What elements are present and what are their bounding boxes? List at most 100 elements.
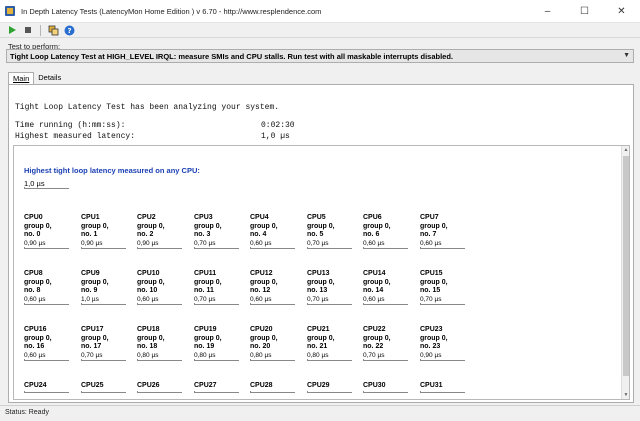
play-icon[interactable] (6, 24, 18, 36)
cpu-tile: CPU0 group 0, no. 0 0,90 µs (24, 214, 74, 249)
cpu-tile: CPU4 group 0, no. 4 0,60 µs (250, 214, 300, 249)
cpu-group: group 0, (363, 222, 391, 230)
cpu-number: no. 2 (137, 231, 154, 238)
windows-icon[interactable] (47, 24, 59, 36)
cpu-number: no. 5 (307, 231, 324, 238)
cpu-latency: 0,70 µs (363, 351, 385, 359)
summary-title: Tight Loop Latency Test has been analyzi… (15, 103, 280, 112)
cpu-group: group 0, (307, 278, 335, 286)
cpu-latency: 0,80 µs (307, 351, 329, 359)
cpu-tile: CPU20 group 0, no. 20 0,80 µs (250, 326, 300, 361)
cpu-latency-gauge (307, 390, 352, 393)
cpu-tile: CPU17 group 0, no. 17 0,70 µs (81, 326, 131, 361)
cpu-latency-gauge (363, 390, 408, 393)
cpu-latency: 0,70 µs (81, 351, 103, 359)
cpu-name: CPU25 (81, 382, 104, 389)
cpu-name: CPU19 (194, 326, 217, 333)
cpu-tile: CPU9 group 0, no. 9 1,0 µs (81, 270, 131, 305)
highest-any-cpu-label: Highest tight loop latency measured on a… (24, 166, 200, 175)
cpu-name: CPU3 (194, 214, 213, 221)
cpu-group: group 0, (250, 334, 278, 342)
cpu-name: CPU17 (81, 326, 104, 333)
cpu-latency-gauge (81, 358, 126, 361)
cpu-group: group 0, (363, 278, 391, 286)
maximize-button[interactable]: ☐ (566, 0, 603, 23)
cpu-name: CPU2 (137, 214, 156, 221)
cpu-latency: 0,60 µs (250, 239, 272, 247)
help-icon[interactable]: ? (63, 24, 75, 36)
cpu-group: group 0, (137, 222, 165, 230)
window-title: In Depth Latency Tests (LatencyMon Home … (21, 6, 322, 16)
cpu-name: CPU28 (250, 382, 273, 389)
cpu-latency: 0,60 µs (24, 351, 46, 359)
cpu-tile: CPU18 group 0, no. 18 0,80 µs (137, 326, 187, 361)
cpu-latency: 0,70 µs (194, 295, 216, 303)
cpu-number: no. 22 (363, 343, 384, 350)
cpu-latency: 0,70 µs (307, 239, 329, 247)
cpu-name: CPU14 (363, 270, 386, 277)
cpu-tile: CPU21 group 0, no. 21 0,80 µs (307, 326, 357, 361)
cpu-latency-gauge (137, 390, 182, 393)
cpu-latency: 0,70 µs (194, 239, 216, 247)
cpu-name: CPU31 (420, 382, 443, 389)
cpu-name: CPU23 (420, 326, 443, 333)
cpu-latency-gauge (137, 358, 182, 361)
cpu-tile: CPU26 (137, 382, 187, 393)
scroll-up-icon[interactable]: ▲ (622, 146, 629, 154)
cpu-tile: CPU3 group 0, no. 3 0,70 µs (194, 214, 244, 249)
cpu-latency-gauge (363, 302, 408, 305)
highest-latency-label: Highest measured latency: (15, 132, 136, 141)
cpu-latency: 0,70 µs (420, 295, 442, 303)
cpu-group: group 0, (24, 278, 52, 286)
cpu-number: no. 4 (250, 231, 267, 238)
cpu-name: CPU9 (81, 270, 100, 277)
cpu-group: group 0, (420, 222, 448, 230)
scroll-thumb[interactable] (623, 156, 629, 376)
cpu-name: CPU21 (307, 326, 330, 333)
cpu-tile: CPU24 (24, 382, 74, 393)
test-dropdown[interactable]: Tight Loop Latency Test at HIGH_LEVEL IR… (6, 49, 634, 63)
cpu-tile: CPU29 (307, 382, 357, 393)
cpu-number: no. 6 (363, 231, 380, 238)
stop-icon[interactable] (22, 24, 34, 36)
cpu-name: CPU13 (307, 270, 330, 277)
cpu-number: no. 19 (194, 343, 215, 350)
cpu-tile: CPU10 group 0, no. 10 0,60 µs (137, 270, 187, 305)
cpu-tile: CPU6 group 0, no. 6 0,60 µs (363, 214, 413, 249)
cpu-name: CPU10 (137, 270, 160, 277)
time-running-value: 0:02:30 (261, 121, 295, 130)
scroll-down-icon[interactable]: ▼ (622, 391, 629, 399)
vertical-scrollbar[interactable]: ▲ ▼ (621, 146, 629, 399)
cpu-tile: CPU2 group 0, no. 2 0,90 µs (137, 214, 187, 249)
cpu-latency: 0,60 µs (420, 239, 442, 247)
cpu-name: CPU0 (24, 214, 43, 221)
cpu-number: no. 8 (24, 287, 41, 294)
cpu-latency-gauge (194, 302, 239, 305)
cpu-group: group 0, (307, 334, 335, 342)
cpu-latency: 0,60 µs (24, 295, 46, 303)
cpu-latency-gauge (250, 302, 295, 305)
cpu-group: group 0, (81, 278, 109, 286)
highest-any-cpu-gauge (24, 187, 69, 189)
cpu-latency: 0,60 µs (363, 295, 385, 303)
cpu-tile: CPU30 (363, 382, 413, 393)
cpu-latency-gauge (24, 390, 69, 393)
cpu-tile: CPU28 (250, 382, 300, 393)
main-panel: Tight Loop Latency Test has been analyzi… (8, 85, 634, 403)
cpu-latency-view[interactable]: Highest tight loop latency measured on a… (13, 145, 630, 400)
cpu-tile: CPU11 group 0, no. 11 0,70 µs (194, 270, 244, 305)
cpu-group: group 0, (420, 334, 448, 342)
cpu-name: CPU18 (137, 326, 160, 333)
minimize-button[interactable]: – (529, 0, 566, 23)
cpu-latency-gauge (81, 390, 126, 393)
cpu-number: no. 18 (137, 343, 158, 350)
cpu-latency-gauge (420, 390, 465, 393)
cpu-tile: CPU8 group 0, no. 8 0,60 µs (24, 270, 74, 305)
cpu-latency-gauge (81, 246, 126, 249)
chevron-down-icon[interactable]: ▼ (623, 52, 630, 59)
cpu-latency-gauge (194, 246, 239, 249)
close-button[interactable]: ✕ (603, 0, 640, 23)
cpu-group: group 0, (137, 334, 165, 342)
cpu-name: CPU20 (250, 326, 273, 333)
cpu-latency: 0,60 µs (250, 295, 272, 303)
